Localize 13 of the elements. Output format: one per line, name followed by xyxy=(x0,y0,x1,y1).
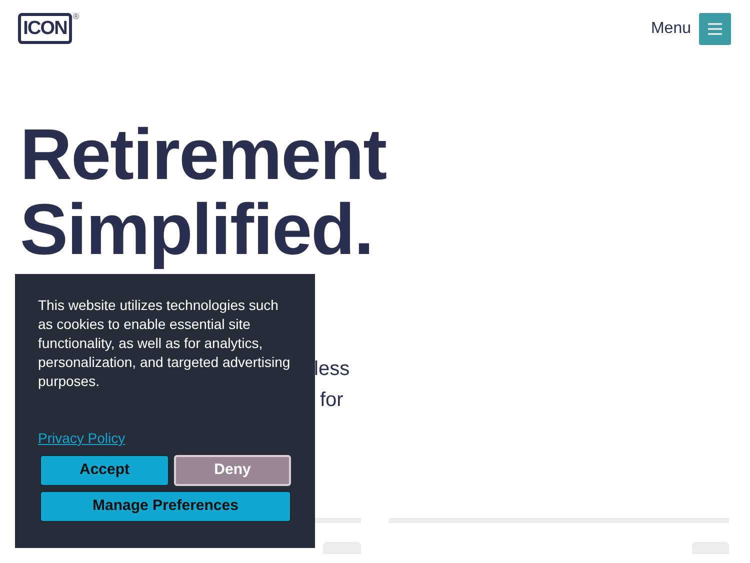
hero-title: Retirement xyxy=(20,118,388,193)
primary-button[interactable]: Manage Preferences xyxy=(40,491,291,522)
privacy-policy-link[interactable]: Privacy Policy xyxy=(38,428,126,449)
hero-text: for xyxy=(319,388,344,413)
hero-title: Simplified. xyxy=(20,193,374,268)
menu-icon xyxy=(707,22,723,36)
hero-text: less xyxy=(314,357,350,382)
menu-label[interactable]: Menu xyxy=(650,17,691,41)
logo[interactable]: ICON xyxy=(18,13,72,44)
primary-button[interactable]: Accept xyxy=(40,455,169,486)
menu-button[interactable] xyxy=(699,13,731,45)
registered-mark: ® xyxy=(73,13,79,21)
cookie-message: This website utilizes technologies such as cookies to enable essential site functionality, as well as for analytics, personalization, and targeted advertising purposes. xyxy=(38,296,292,391)
